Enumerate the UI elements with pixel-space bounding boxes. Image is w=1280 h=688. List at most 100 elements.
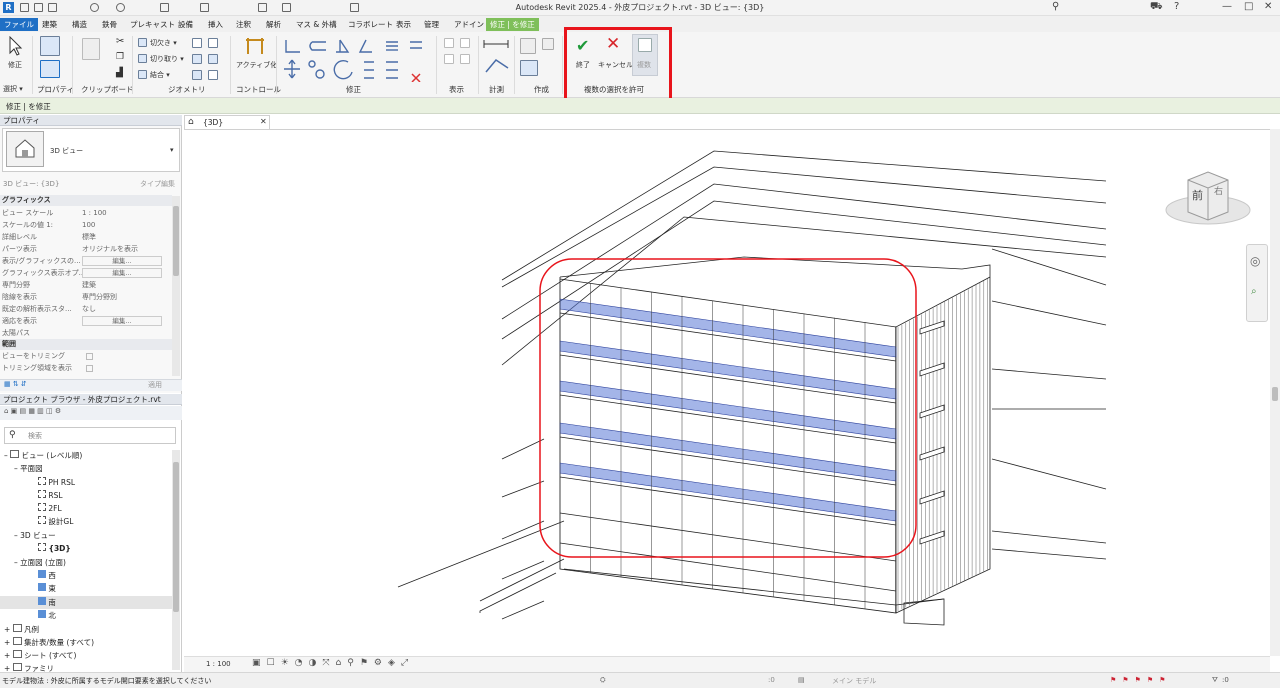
tree-item[interactable]: 設計GL bbox=[38, 516, 73, 528]
geometry-tool-1-icon[interactable] bbox=[192, 38, 202, 48]
view-tab[interactable]: {3D} bbox=[184, 115, 270, 129]
viewcube-right-label[interactable]: 右 bbox=[1214, 184, 1223, 197]
property-value[interactable]: 編集... bbox=[82, 316, 162, 326]
property-value[interactable]: 編集... bbox=[82, 268, 162, 278]
copy-icon[interactable]: ❐ bbox=[116, 52, 124, 62]
tree-families[interactable]: + ファミリ bbox=[4, 663, 54, 672]
create-component-icon[interactable] bbox=[520, 38, 536, 54]
geometry-tool-2-icon[interactable] bbox=[208, 38, 218, 48]
type-name: 3D ビュー bbox=[50, 147, 84, 155]
cut-geometry-button[interactable]: 切欠き ▾ bbox=[150, 38, 177, 48]
tab-systems[interactable]: 設備 bbox=[174, 18, 197, 31]
create-group-icon[interactable] bbox=[520, 60, 538, 76]
join-icon[interactable] bbox=[138, 70, 147, 79]
edit-type-button[interactable]: タイプ編集 bbox=[140, 179, 175, 189]
apply-button[interactable]: 適用 bbox=[148, 380, 162, 390]
tab-analyze[interactable]: 解析 bbox=[262, 18, 285, 31]
scissors-icon[interactable]: ✂ bbox=[116, 36, 124, 47]
tab-structure[interactable]: 構造 bbox=[68, 18, 91, 31]
view-vertical-scrollbar[interactable] bbox=[1270, 129, 1280, 656]
tab-addins[interactable]: アドイン bbox=[450, 18, 488, 31]
geometry-tool-3-icon[interactable] bbox=[192, 54, 202, 64]
tree-item[interactable]: 2FL bbox=[38, 503, 62, 515]
cutout-button[interactable]: 切り取り ▾ bbox=[150, 54, 184, 64]
tab-modify-context[interactable]: 修正 | を修正 bbox=[486, 18, 539, 31]
type-properties-icon[interactable] bbox=[40, 36, 60, 56]
worksharing-icon[interactable]: ⛭ bbox=[600, 676, 606, 685]
modify-cursor-icon[interactable] bbox=[8, 36, 24, 56]
tab-collaborate[interactable]: コラボレート bbox=[344, 18, 397, 31]
view-tool-1-icon[interactable] bbox=[444, 38, 454, 48]
activate-icon[interactable] bbox=[244, 36, 266, 56]
measure-tool-icon[interactable] bbox=[482, 38, 512, 78]
tree-item[interactable]: RSL bbox=[38, 490, 63, 502]
view-tool-3-icon[interactable] bbox=[444, 54, 454, 64]
match-icon[interactable]: ▟ bbox=[116, 68, 123, 78]
tree-elevations[interactable]: – 立面図 (立面) bbox=[14, 557, 66, 569]
browser-scrollbar[interactable] bbox=[172, 450, 180, 670]
tree-3d-views[interactable]: – 3D ビュー bbox=[14, 530, 56, 542]
viewcube-shape bbox=[1165, 171, 1251, 225]
tree-item-3d[interactable]: {3D} bbox=[38, 543, 71, 555]
tree-schedules[interactable]: + 集計表/数量 (すべて) bbox=[4, 637, 94, 649]
tree-floor-plans[interactable]: – 平面図 bbox=[14, 463, 43, 475]
building-model[interactable] bbox=[184, 129, 1270, 656]
maximize-icon[interactable]: □ bbox=[1244, 1, 1253, 12]
geometry-tool-5-icon[interactable] bbox=[192, 70, 202, 80]
tree-views[interactable]: – ビュー (レベル順) bbox=[4, 450, 82, 462]
paste-icon[interactable] bbox=[82, 38, 100, 60]
modify-tools-icons[interactable] bbox=[282, 36, 430, 82]
steering-wheel-icon[interactable]: ◎ bbox=[1250, 254, 1260, 268]
tab-insert[interactable]: 挿入 bbox=[204, 18, 227, 31]
select-dropdown[interactable]: 選択 ▾ bbox=[3, 84, 23, 94]
group-extents[interactable]: 範囲 bbox=[0, 339, 172, 350]
tree-legends[interactable]: + 凡例 bbox=[4, 624, 39, 636]
view-control-icons[interactable]: ▣☐☀◔◑⤧⌂⚲⚑⚙◈⤢ bbox=[252, 658, 414, 668]
join-button[interactable]: 結合 ▾ bbox=[150, 70, 170, 80]
modify-button-label[interactable]: 修正 bbox=[8, 60, 22, 70]
type-dropdown-icon[interactable]: ▾ bbox=[170, 146, 174, 154]
view-scale[interactable]: 1 : 100 bbox=[206, 660, 231, 668]
tree-sheets[interactable]: + シート (すべて) bbox=[4, 650, 76, 662]
activate-button[interactable]: アクティブ化 bbox=[236, 60, 277, 70]
tab-precast[interactable]: プレキャスト bbox=[126, 18, 179, 31]
selection-filter-icons[interactable]: ⚑⚑⚑⚑⚑ bbox=[1110, 676, 1171, 684]
tree-item-selected[interactable]: 南 bbox=[38, 597, 56, 609]
help-icon[interactable]: ? bbox=[1174, 1, 1179, 12]
properties-scrollbar[interactable] bbox=[172, 196, 180, 376]
cart-icon[interactable]: ⛟ bbox=[1150, 1, 1163, 14]
property-value[interactable]: 編集... bbox=[82, 256, 162, 266]
viewcube-front-label[interactable]: 前 bbox=[1192, 187, 1203, 203]
design-option-icon[interactable]: ▤ bbox=[798, 676, 805, 684]
model-selector[interactable]: メイン モデル bbox=[832, 676, 876, 686]
cutout-icon[interactable] bbox=[138, 54, 147, 63]
minimize-icon[interactable]: — bbox=[1222, 1, 1232, 12]
tab-manage[interactable]: 管理 bbox=[420, 18, 443, 31]
instance-selector[interactable]: 3D ビュー: {3D} bbox=[3, 179, 59, 189]
filter-icon[interactable]: ⛛ bbox=[1212, 676, 1218, 685]
tree-item[interactable]: 東 bbox=[38, 583, 56, 595]
tree-item[interactable]: PH RSL bbox=[38, 477, 75, 489]
close-icon[interactable]: ✕ bbox=[1264, 1, 1272, 12]
binoculars-icon[interactable]: ⚲ bbox=[1052, 1, 1059, 12]
tab-file[interactable]: ファイル bbox=[0, 18, 38, 31]
view-tab-close-icon[interactable]: ✕ bbox=[260, 117, 267, 126]
tree-item[interactable]: 北 bbox=[38, 610, 56, 622]
properties-icon[interactable] bbox=[40, 60, 60, 78]
sort-icons[interactable]: ▦ ⇅ ⇵ bbox=[4, 380, 27, 388]
tab-steel[interactable]: 鉄骨 bbox=[98, 18, 121, 31]
tab-massing[interactable]: マス & 外構 bbox=[292, 18, 341, 31]
create-assembly-icon[interactable] bbox=[542, 38, 554, 50]
cut-icon[interactable] bbox=[138, 38, 147, 47]
geometry-tool-4-icon[interactable] bbox=[208, 54, 218, 64]
browser-toolbar-icons[interactable]: ⌂ ▣ ▤ ▦ ▥ ◫ ⚙ bbox=[4, 407, 61, 415]
tab-view[interactable]: 表示 bbox=[392, 18, 415, 31]
group-graphics[interactable]: グラフィックス bbox=[0, 195, 172, 206]
geometry-tool-6-icon[interactable] bbox=[208, 70, 218, 80]
zoom-icon[interactable]: ⌕ bbox=[1251, 286, 1257, 297]
tab-annotate[interactable]: 注釈 bbox=[232, 18, 255, 31]
tab-architecture[interactable]: 建築 bbox=[38, 18, 61, 31]
tree-item[interactable]: 西 bbox=[38, 570, 56, 582]
view-tool-4-icon[interactable] bbox=[460, 54, 470, 64]
view-tool-2-icon[interactable] bbox=[460, 38, 470, 48]
